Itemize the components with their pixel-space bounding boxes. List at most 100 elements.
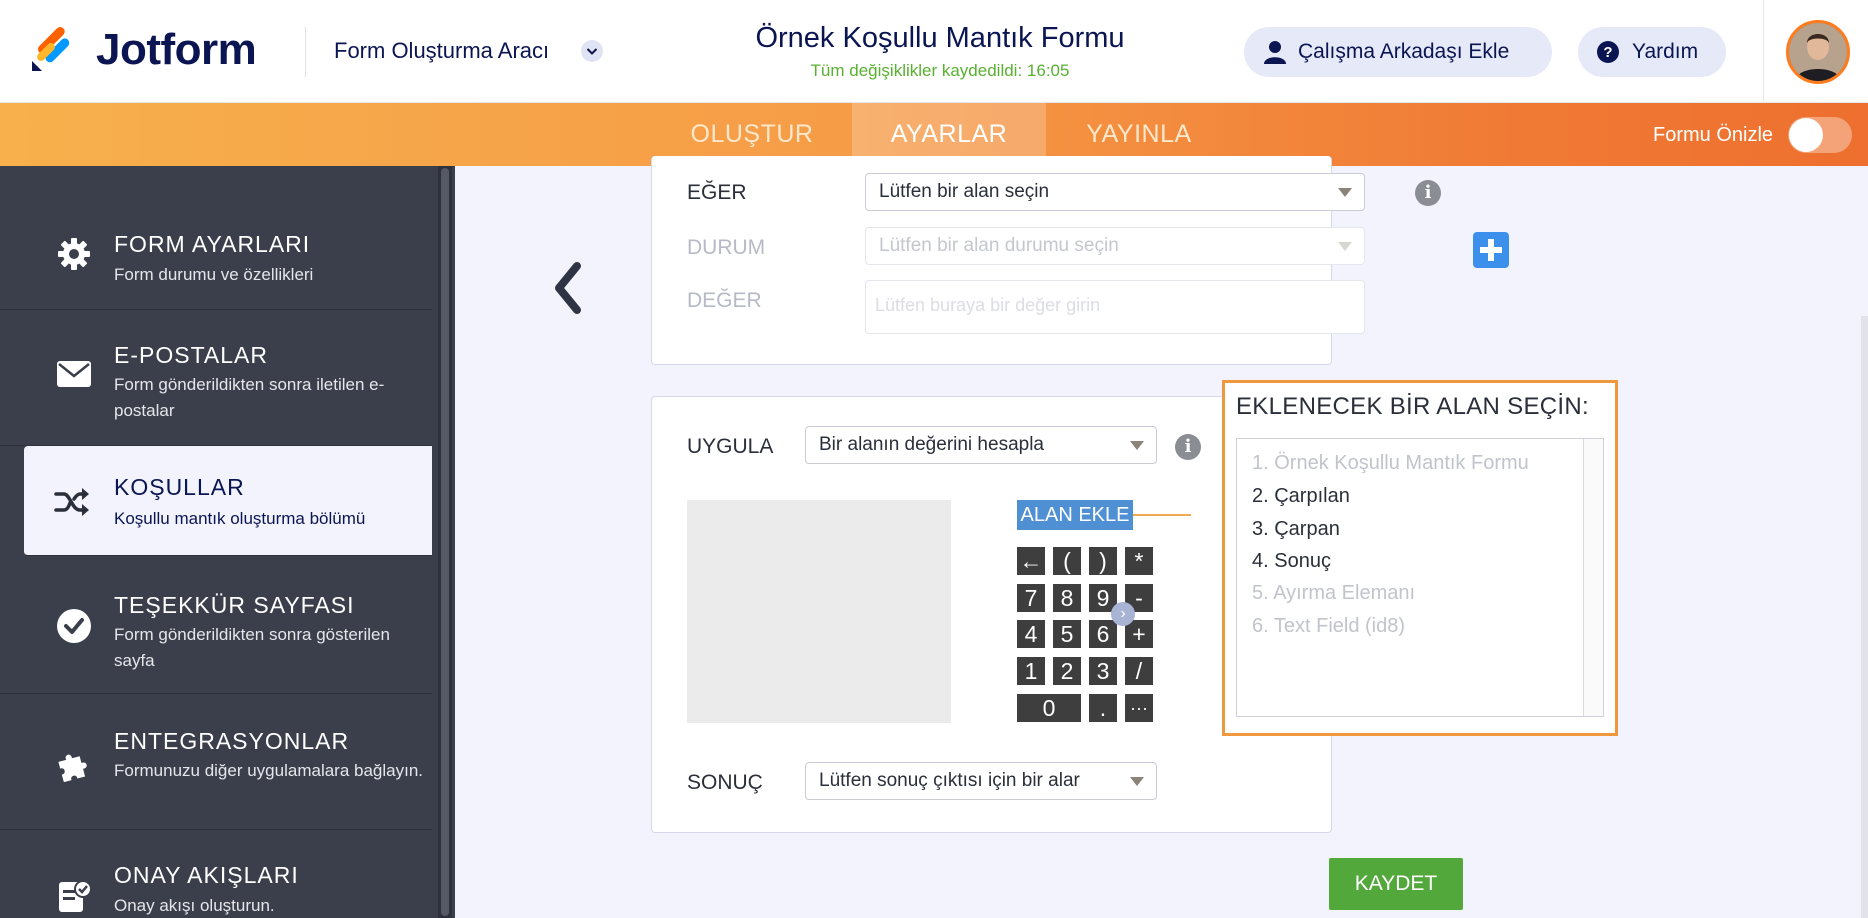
check-circle-icon [54, 606, 94, 646]
value-input-placeholder: Lütfen buraya bir değer girin [875, 295, 1101, 315]
save-button[interactable]: KAYDET [1329, 858, 1463, 910]
if-label: EĞER [687, 181, 747, 204]
add-condition-button[interactable] [1473, 232, 1509, 268]
sidebar-item-approval-flows[interactable]: ONAY AKIŞLARI Onay akışı oluşturun. [0, 830, 432, 918]
key-decimal[interactable]: . [1089, 694, 1117, 722]
key-5[interactable]: 5 [1053, 620, 1081, 648]
popup-connector-line [1133, 514, 1191, 516]
sidebar-item-desc: Koşullu mantık oluşturma bölümü [114, 509, 366, 528]
sidebar-item-desc: Formunuzu diğer uygulamalara bağlayın. [114, 761, 424, 780]
field-option-6: 6. Text Field (id8) [1252, 615, 1406, 637]
key-multiply[interactable]: * [1125, 547, 1153, 575]
chevron-down-icon[interactable] [581, 40, 603, 62]
shuffle-icon [52, 482, 92, 522]
approval-icon [54, 876, 94, 916]
field-picker-title: EKLENECEK BİR ALAN SEÇİN: [1236, 393, 1589, 420]
state-select[interactable]: Lütfen bir alan durumu seçin [865, 227, 1365, 265]
plus-icon [1480, 239, 1502, 261]
field-option-5: 5. Ayırma Elemanı [1252, 582, 1416, 604]
top-header: Jotform Form Oluşturma Aracı Örnek Koşul… [0, 0, 1868, 103]
caret-down-icon [1130, 441, 1144, 450]
if-field-select[interactable]: Lütfen bir alan seçin [865, 173, 1365, 211]
result-label: SONUÇ [687, 771, 763, 794]
user-icon [1264, 41, 1286, 64]
calculation-textarea[interactable] [687, 500, 951, 723]
sidebar-item-desc: Onay akışı oluşturun. [114, 896, 275, 915]
key-7[interactable]: 7 [1017, 584, 1045, 612]
sidebar-item-title: KOŞULLAR [114, 474, 245, 500]
form-title[interactable]: Örnek Koşullu Mantık Formu [680, 22, 1200, 55]
conditions-workspace: EĞER Lütfen bir alan seçin i DURUM Lütfe… [455, 156, 1868, 918]
info-icon[interactable]: i [1415, 180, 1441, 206]
sidebar-scrollbar-thumb[interactable] [441, 168, 449, 916]
help-label: Yardım [1632, 40, 1699, 63]
builder-dropdown-label[interactable]: Form Oluşturma Aracı [334, 38, 549, 64]
chevron-right-icon[interactable]: › [1111, 602, 1135, 626]
preview-toggle-knob [1789, 118, 1823, 152]
brand-name[interactable]: Jotform [96, 25, 257, 75]
result-field-select[interactable]: Lütfen sonuç çıktısı için bir alar [805, 762, 1157, 800]
caret-down-icon [1338, 188, 1352, 197]
add-field-button[interactable]: ALAN EKLE [1017, 500, 1133, 530]
state-label: DURUM [687, 236, 766, 259]
apply-action-select[interactable]: Bir alanın değerini hesapla [805, 426, 1157, 464]
key-divide[interactable]: / [1125, 657, 1153, 685]
info-icon[interactable]: i [1175, 434, 1201, 460]
puzzle-icon [54, 744, 94, 784]
state-select-value: Lütfen bir alan durumu seçin [879, 235, 1119, 256]
field-picker-list[interactable]: 1. Örnek Koşullu Mantık Formu 2. Çarpıla… [1236, 438, 1604, 717]
result-field-value: Lütfen sonuç çıktısı için bir alar [819, 770, 1080, 791]
app-root: Jotform Form Oluşturma Aracı Örnek Koşul… [0, 0, 1868, 918]
key-backspace[interactable]: ← [1017, 547, 1045, 575]
sidebar-item-title: TEŞEKKÜR SAYFASI [114, 592, 355, 618]
value-input[interactable]: Lütfen buraya bir değer girin [865, 280, 1365, 334]
sidebar-item-title: ONAY AKIŞLARI [114, 862, 299, 888]
key-8[interactable]: 8 [1053, 584, 1081, 612]
save-status: Tüm değişiklikler kaydedildi: 16:05 [810, 61, 1070, 80]
key-more[interactable]: ··· [1125, 694, 1153, 722]
field-option-2[interactable]: 2. Çarpılan [1252, 485, 1350, 508]
field-option-3[interactable]: 3. Çarpan [1252, 518, 1340, 541]
key-0[interactable]: 0 [1017, 694, 1081, 722]
key-1[interactable]: 1 [1017, 657, 1045, 685]
preview-label: Formu Önizle [1653, 124, 1774, 146]
field-option-4[interactable]: 4. Sonuç [1252, 550, 1331, 573]
key-close-paren[interactable]: ) [1089, 547, 1117, 575]
sidebar-item-title: ENTEGRASYONLAR [114, 728, 350, 754]
question-circle-icon: ? [1597, 41, 1619, 63]
svg-text:?: ? [1603, 44, 1612, 61]
preview-toggle[interactable] [1788, 117, 1852, 153]
envelope-icon [54, 354, 94, 394]
sidebar-item-conditions[interactable]: KOŞULLAR Koşullu mantık oluşturma bölümü [24, 446, 432, 556]
key-6[interactable]: 6 [1089, 620, 1117, 648]
key-2[interactable]: 2 [1053, 657, 1081, 685]
settings-sidebar: FORM AYARLARI Form durumu ve özellikleri… [0, 166, 455, 918]
add-collaborator-button[interactable]: Çalışma Arkadaşı Ekle [1244, 27, 1552, 77]
key-open-paren[interactable]: ( [1053, 547, 1081, 575]
apply-action-value: Bir alanın değerini hesapla [819, 434, 1044, 455]
if-field-select-value: Lütfen bir alan seçin [879, 181, 1050, 202]
caret-down-icon [1338, 242, 1352, 251]
sidebar-item-integrations[interactable]: ENTEGRASYONLAR Formunuzu diğer uygulamal… [0, 694, 432, 830]
key-4[interactable]: 4 [1017, 620, 1045, 648]
sidebar-item-title: FORM AYARLARI [114, 231, 311, 257]
help-button[interactable]: ? Yardım [1578, 27, 1726, 77]
field-picker-scrollbar[interactable] [1583, 439, 1603, 716]
sidebar-item-thank-you[interactable]: TEŞEKKÜR SAYFASI Form gönderildikten son… [0, 558, 432, 694]
main-scrollbar[interactable] [1861, 316, 1868, 918]
caret-down-icon [1130, 777, 1144, 786]
sidebar-item-title: E-POSTALAR [114, 342, 268, 368]
field-option-1: 1. Örnek Koşullu Mantık Formu [1252, 452, 1529, 474]
gear-icon [54, 234, 94, 274]
apply-label: UYGULA [687, 435, 774, 458]
key-3[interactable]: 3 [1089, 657, 1117, 685]
jotform-logo-icon[interactable] [30, 27, 76, 73]
sidebar-item-emails[interactable]: E-POSTALAR Form gönderildikten sonra ile… [0, 310, 432, 446]
user-avatar[interactable] [1786, 20, 1850, 84]
sidebar-item-desc: Form gönderildikten sonra gösterilen say… [114, 625, 390, 670]
sidebar-item-form-settings[interactable]: FORM AYARLARI Form durumu ve özellikleri [0, 166, 432, 310]
header-divider-right [1763, 0, 1764, 103]
header-divider [305, 27, 306, 77]
chevron-left-icon[interactable] [547, 258, 587, 318]
add-collaborator-label: Çalışma Arkadaşı Ekle [1298, 40, 1510, 63]
